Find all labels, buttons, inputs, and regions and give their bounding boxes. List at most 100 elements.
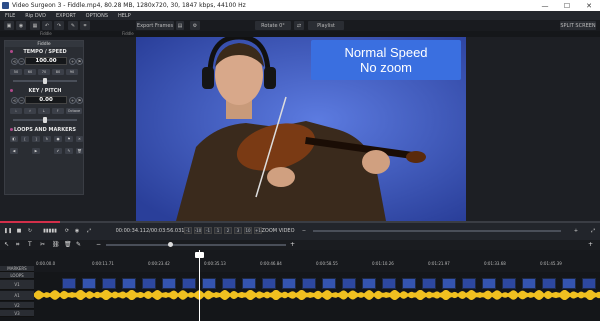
- capture-icon[interactable]: ◉: [72, 225, 82, 236]
- timeline-zoom-in-icon[interactable]: +: [290, 241, 295, 248]
- step-3[interactable]: 3: [234, 227, 242, 234]
- zoom-out-icon[interactable]: −: [300, 225, 308, 236]
- menu-export[interactable]: EXPORT: [51, 13, 81, 19]
- marker-add-icon[interactable]: ⚑: [65, 136, 73, 142]
- camera-icon[interactable]: ◉: [16, 21, 26, 30]
- video-thumbnail: [222, 278, 236, 289]
- loop-prev-icon[interactable]: ◀: [10, 148, 18, 154]
- pause-icon[interactable]: ❚❚: [3, 225, 13, 236]
- loop-add-icon[interactable]: ◧: [10, 136, 18, 142]
- key-chip-up-icon[interactable]: ↑: [52, 108, 64, 114]
- repeat-icon[interactable]: ⟳: [62, 225, 72, 236]
- control-panel: Fiddle TEMPO / SPEED ⟲ − 100.00 + ⚑ 50 6…: [4, 40, 84, 195]
- tempo-slider-knob[interactable]: [43, 78, 47, 84]
- timeline-zoom-knob[interactable]: [168, 242, 173, 247]
- crop-tool-icon[interactable]: ⌗: [16, 241, 19, 249]
- split-screen-button[interactable]: SPLIT SCREEN: [560, 21, 596, 30]
- timeline-ruler[interactable]: MARKERS 0:00.00.0 0:00:11.71 0:00:23.42 …: [0, 250, 600, 272]
- left-tab[interactable]: Fiddle: [40, 31, 52, 36]
- fullscreen-icon[interactable]: ⤢: [84, 225, 94, 236]
- tempo-chip-50[interactable]: 50: [10, 69, 22, 75]
- tempo-value[interactable]: 100.00: [25, 57, 67, 65]
- video-thumbnail: [322, 278, 336, 289]
- step-back-10[interactable]: -10: [194, 227, 202, 234]
- step-forward-10[interactable]: 10: [244, 227, 252, 234]
- tempo-chip-60[interactable]: 60: [24, 69, 36, 75]
- key-plus-icon[interactable]: +: [69, 97, 76, 104]
- playback-progress[interactable]: [0, 221, 600, 223]
- key-value[interactable]: 0.00: [25, 96, 67, 104]
- loop-record-icon[interactable]: ●: [54, 136, 62, 142]
- settings-icon[interactable]: ⚙: [190, 21, 200, 30]
- step-2[interactable]: 2: [224, 227, 232, 234]
- menu-rip-dvd[interactable]: Rip DVD: [20, 13, 51, 19]
- frame-icon[interactable]: ▤: [176, 21, 184, 30]
- export-frames-button[interactable]: Export Frames: [136, 21, 174, 30]
- undo-icon[interactable]: ↶: [42, 21, 52, 30]
- key-slider-knob[interactable]: [43, 117, 47, 123]
- loop-icon[interactable]: ↻: [25, 225, 35, 236]
- step-back-frame[interactable]: -1: [204, 227, 212, 234]
- crop-icon[interactable]: ⌗: [80, 21, 90, 30]
- tempo-chip-90[interactable]: 90: [66, 69, 78, 75]
- pin-icon[interactable]: ✎: [68, 21, 78, 30]
- link-icon[interactable]: ⛓: [52, 241, 60, 248]
- tempo-reset-icon[interactable]: ⟲: [11, 58, 18, 65]
- cut-icon[interactable]: ✂: [40, 241, 45, 248]
- right-panel: [466, 37, 600, 221]
- brush-icon[interactable]: ✎: [76, 241, 81, 248]
- minimize-button[interactable]: —: [534, 0, 556, 11]
- tempo-chip-70[interactable]: 70: [38, 69, 50, 75]
- playhead-handle[interactable]: [195, 252, 204, 258]
- loop-delete-icon[interactable]: 🗑: [76, 148, 83, 154]
- menu-file[interactable]: FILE: [0, 13, 20, 19]
- layout-icon[interactable]: ▦: [30, 21, 40, 30]
- flip-icon[interactable]: ⇄: [294, 21, 304, 30]
- rotate-button[interactable]: Rotate 0°: [255, 21, 291, 30]
- timeline-zoom-slider[interactable]: [106, 242, 286, 247]
- key-chip-flat-icon[interactable]: ♭: [10, 108, 22, 114]
- playhead[interactable]: [199, 250, 200, 321]
- expand-icon[interactable]: ⤢: [588, 225, 598, 236]
- loop-end-icon[interactable]: ]: [32, 136, 40, 142]
- playlist-button[interactable]: Playlist: [308, 21, 344, 30]
- loop-start-icon[interactable]: [: [21, 136, 29, 142]
- key-chip-sharp-icon[interactable]: ♯: [24, 108, 36, 114]
- step-1[interactable]: 1: [214, 227, 222, 234]
- open-icon[interactable]: ▣: [4, 21, 14, 30]
- video-thumbnail: [582, 278, 596, 289]
- step-back-1[interactable]: -1: [184, 227, 192, 234]
- delete-icon[interactable]: 🗑: [64, 241, 72, 248]
- video-tab[interactable]: Fiddle: [122, 31, 134, 36]
- zoom-in-icon[interactable]: +: [572, 225, 580, 236]
- tempo-lock-icon[interactable]: ⚑: [76, 58, 83, 65]
- key-chip-down-icon[interactable]: ↓: [38, 108, 50, 114]
- redo-icon[interactable]: ↷: [54, 21, 64, 30]
- tempo-slider[interactable]: [13, 78, 77, 84]
- maximize-button[interactable]: ☐: [556, 0, 578, 11]
- key-slider[interactable]: [13, 117, 77, 123]
- close-button[interactable]: ✕: [578, 0, 600, 11]
- key-chip-octave[interactable]: Octave: [66, 108, 82, 114]
- tempo-chip-80[interactable]: 80: [52, 69, 64, 75]
- volume-bars-icon[interactable]: ▮▮▮▮▮: [40, 225, 60, 236]
- timeline-add-icon[interactable]: +: [588, 241, 593, 248]
- menu-options[interactable]: OPTIONS: [81, 13, 113, 19]
- tempo-plus-icon[interactable]: +: [69, 58, 76, 65]
- loop-check-icon[interactable]: ✔: [54, 148, 62, 154]
- menu-help[interactable]: HELP: [113, 13, 136, 19]
- timeline-zoom-out-icon[interactable]: −: [96, 241, 101, 248]
- key-minus-icon[interactable]: −: [18, 97, 25, 104]
- marker-clear-icon[interactable]: ✕: [76, 136, 83, 142]
- loop-next-icon[interactable]: ▶: [32, 148, 40, 154]
- loop-toggle-icon[interactable]: ↻: [43, 136, 51, 142]
- loop-edit-icon[interactable]: ✎: [65, 148, 73, 154]
- key-reset-icon[interactable]: ⟲: [11, 97, 18, 104]
- text-tool-icon[interactable]: T: [28, 241, 32, 248]
- cursor-icon[interactable]: ↖: [4, 241, 9, 248]
- tempo-minus-icon[interactable]: −: [18, 58, 25, 65]
- stop-icon[interactable]: ■: [15, 225, 23, 236]
- zoom-slider[interactable]: [312, 225, 562, 236]
- video-thumbnail: [202, 278, 216, 289]
- key-lock-icon[interactable]: ⚑: [76, 97, 83, 104]
